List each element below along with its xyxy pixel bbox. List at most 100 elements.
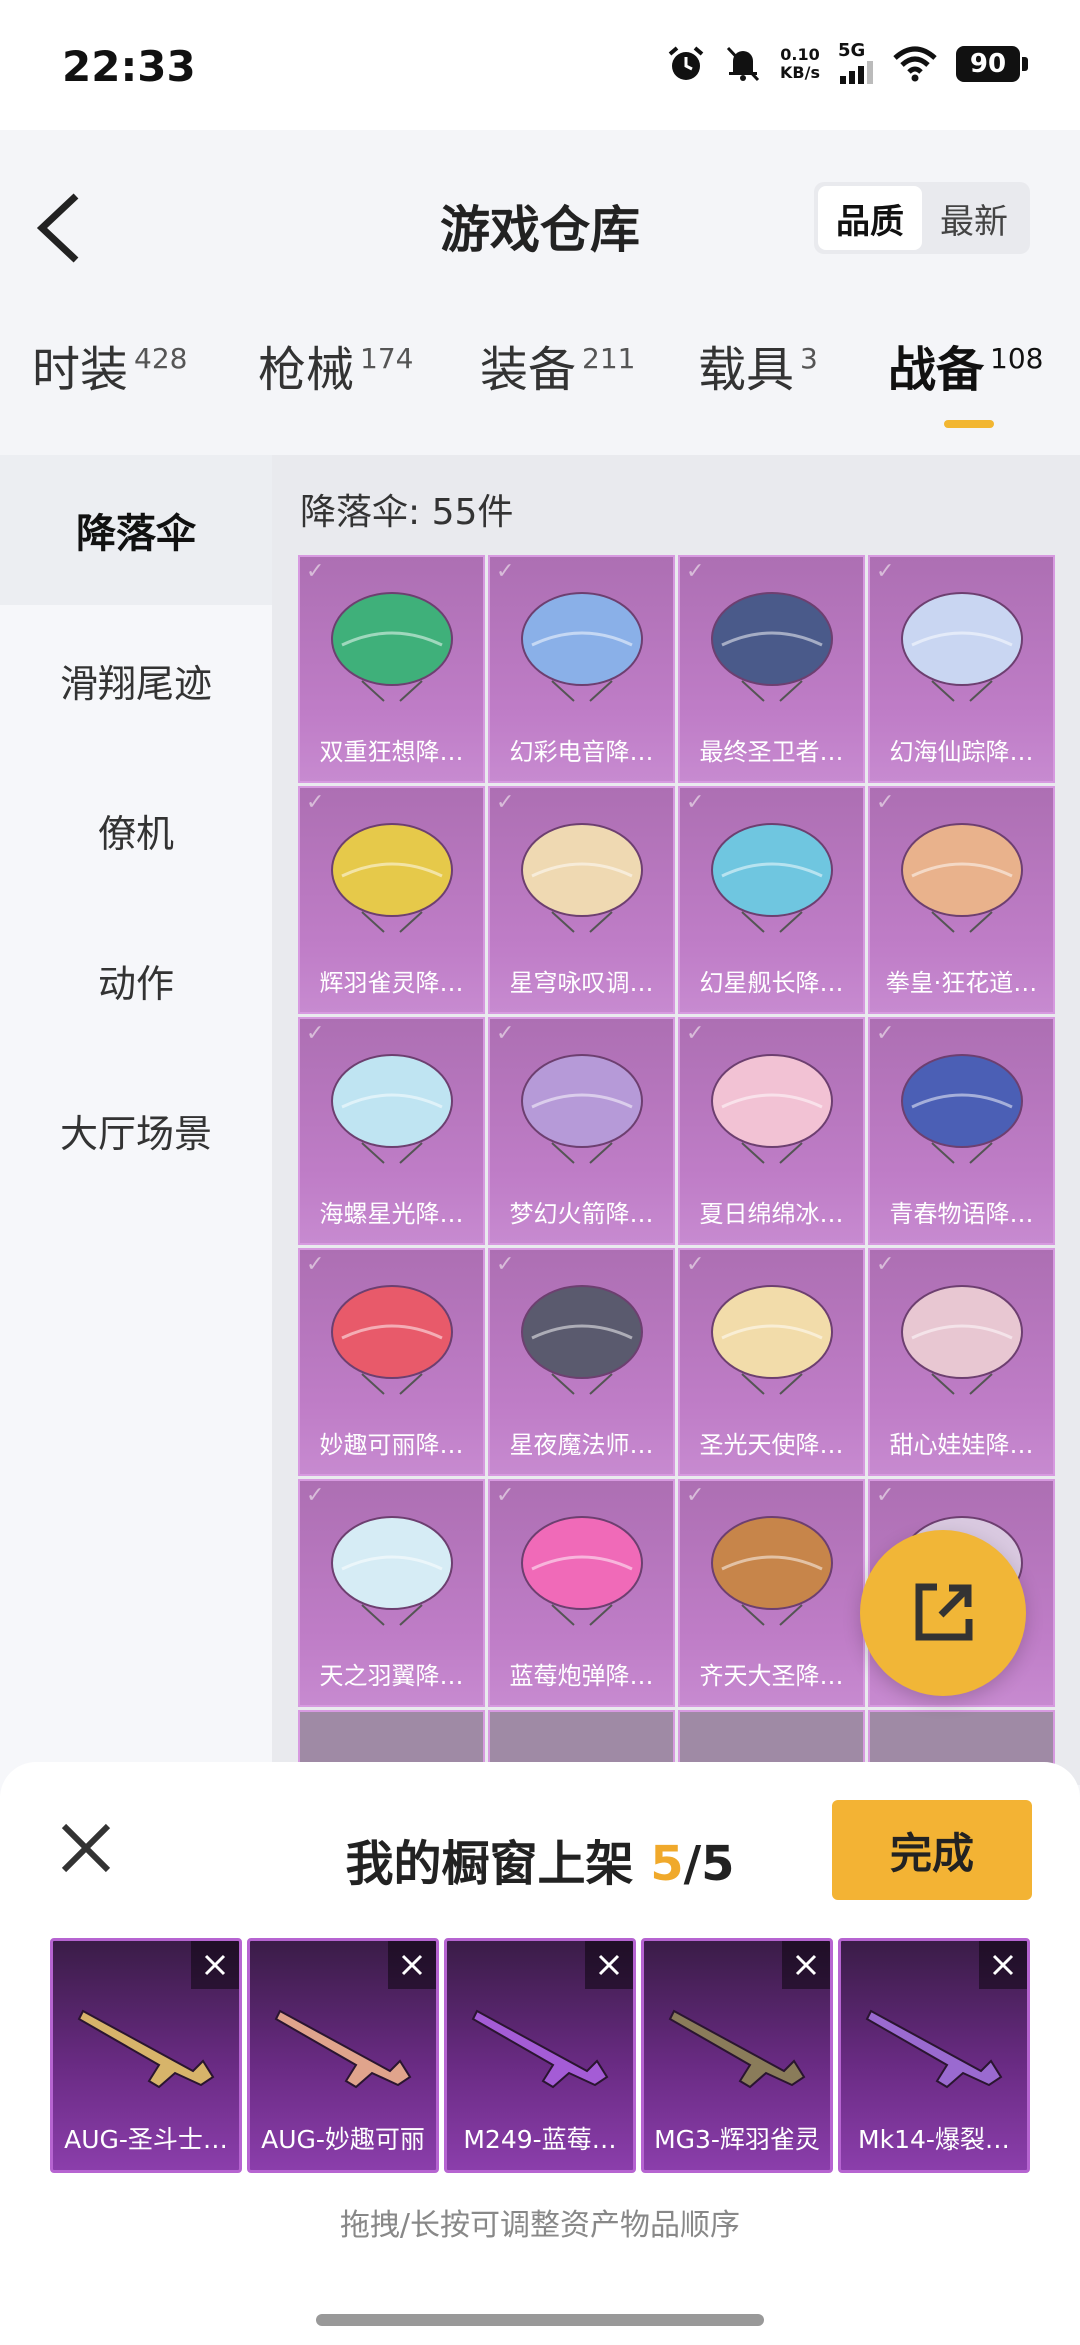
parachute-card[interactable]: ✓ 双重狂想降… — [298, 555, 485, 783]
sidebar-item-parachute[interactable]: 降落伞 — [0, 455, 272, 605]
battery-indicator: 90 — [956, 46, 1028, 82]
category-tabs: 时装 428 枪械 174 装备 211 载具 3 战备 108 — [0, 330, 1080, 440]
parachute-card[interactable]: ✓ 梦幻火箭降… — [488, 1017, 675, 1245]
parachute-card-partial[interactable] — [868, 1710, 1055, 1770]
sidebar-item-lobby-scene[interactable]: 大厅场景 — [0, 1055, 272, 1205]
parachute-image — [711, 1285, 833, 1395]
sort-newest-button[interactable]: 最新 — [922, 186, 1026, 250]
tab-combat-gear[interactable]: 战备 108 — [888, 330, 1043, 400]
showcase-slot[interactable]: Mk14-爆裂… — [838, 1938, 1030, 2173]
tab-fashion[interactable]: 时装 428 — [32, 330, 187, 400]
parachute-card[interactable]: ✓ 天之羽翼降… — [298, 1479, 485, 1707]
parachute-name: 海螺星光降… — [319, 1200, 464, 1228]
parachute-card[interactable]: ✓ 妙趣可丽降… — [298, 1248, 485, 1476]
header: 游戏仓库 品质 最新 时装 428 枪械 174 装备 211 载具 3 战备 108 — [0, 130, 1080, 450]
parachute-name: 天之羽翼降… — [319, 1662, 464, 1690]
share-icon — [915, 1583, 973, 1641]
weapon-name: MG3-辉羽雀灵 — [654, 2125, 820, 2154]
cell-signal: 5G — [838, 40, 874, 84]
network-speed: 0.10 KB/s — [780, 46, 820, 82]
parachute-image — [901, 1054, 1023, 1164]
parachute-image — [901, 1285, 1023, 1395]
weapon-name: M249-蓝莓… — [463, 2125, 617, 2154]
parachute-name: 辉羽雀灵降… — [319, 969, 464, 997]
item-count: 降落伞: 55件 — [300, 492, 514, 533]
weapon-image — [274, 2009, 412, 2089]
mute-icon — [726, 46, 760, 82]
status-bar: 22:33 0.10 KB/s 5G 90 — [0, 0, 1080, 130]
parachute-name: 妙趣可丽降… — [319, 1431, 464, 1459]
parachute-image — [711, 592, 833, 702]
parachute-image — [521, 1516, 643, 1626]
tab-count: 211 — [582, 342, 636, 375]
showcase-slot[interactable]: M249-蓝莓… — [444, 1938, 636, 2173]
parachute-card-partial[interactable] — [678, 1710, 865, 1770]
clock: 22:33 — [62, 42, 196, 91]
parachute-card[interactable]: ✓ 齐天大圣降… — [678, 1479, 865, 1707]
parachute-name: 幻海仙踪降… — [889, 738, 1034, 766]
parachute-card[interactable]: ✓ 星夜魔法师… — [488, 1248, 675, 1476]
parachute-image — [521, 592, 643, 702]
parachute-image — [521, 1285, 643, 1395]
reorder-hint: 拖拽/长按可调整资产物品顺序 — [339, 2208, 741, 2243]
sidebar-item-wingman[interactable]: 僚机 — [0, 755, 272, 905]
parachute-name: 星穹咏叹调… — [509, 969, 654, 997]
parachute-card[interactable]: ✓ 蓝莓炮弹降… — [488, 1479, 675, 1707]
parachute-name: 幻彩电音降… — [509, 738, 654, 766]
close-icon — [795, 1954, 817, 1976]
parachute-image — [711, 1516, 833, 1626]
status-icons: 0.10 KB/s 5G 90 — [666, 40, 1028, 84]
parachute-card[interactable]: ✓ 幻海仙踪降… — [868, 555, 1055, 783]
tab-label: 装备 — [480, 342, 577, 398]
sidebar-item-emote[interactable]: 动作 — [0, 905, 272, 1055]
parachute-card[interactable]: ✓ 夏日绵绵冰… — [678, 1017, 865, 1245]
parachute-card[interactable]: ✓ 海螺星光降… — [298, 1017, 485, 1245]
parachute-card[interactable]: ✓ 拳皇·狂花道… — [868, 786, 1055, 1014]
parachute-name: 齐天大圣降… — [699, 1662, 844, 1690]
tab-guns[interactable]: 枪械 174 — [258, 330, 413, 400]
sidebar-item-glide-trail[interactable]: 滑翔尾迹 — [0, 605, 272, 755]
parachute-image — [331, 592, 453, 702]
parachute-image — [331, 1285, 453, 1395]
parachute-card-partial[interactable] — [488, 1710, 675, 1770]
speed-value: 0.10 — [780, 45, 820, 64]
signal-icon — [840, 61, 873, 84]
parachute-card[interactable]: ✓ 甜心娃娃降… — [868, 1248, 1055, 1476]
parachute-name: 双重狂想降… — [319, 738, 464, 766]
parachute-image — [901, 592, 1023, 702]
parachute-name: 青春物语降… — [889, 1200, 1034, 1228]
parachute-image — [901, 823, 1023, 933]
parachute-image — [331, 1054, 453, 1164]
showcase-slots: AUG-圣斗士… AUG-妙趣可丽 M249-蓝莓… MG3-辉羽雀灵 Mk14-爆裂… — [50, 1938, 1030, 2173]
showcase-slot[interactable]: MG3-辉羽雀灵 — [641, 1938, 833, 2173]
parachute-image — [331, 1516, 453, 1626]
parachute-image — [521, 823, 643, 933]
wifi-icon — [893, 46, 937, 82]
parachute-card-partial[interactable] — [298, 1710, 485, 1770]
tab-equipment[interactable]: 装备 211 — [480, 330, 635, 400]
showcase-sheet: 我的橱窗上架 5/5 完成 AUG-圣斗士… AUG-妙趣可丽 M249-蓝莓… MG… — [0, 1762, 1080, 2345]
sort-quality-button[interactable]: 品质 — [818, 186, 922, 250]
parachute-card[interactable]: ✓ 圣光天使降… — [678, 1248, 865, 1476]
parachute-card[interactable]: ✓ 最终圣卫者… — [678, 555, 865, 783]
weapon-image — [471, 2009, 609, 2089]
tab-label: 枪械 — [258, 342, 355, 398]
parachute-name: 拳皇·狂花道… — [885, 969, 1038, 997]
done-button[interactable]: 完成 — [832, 1800, 1032, 1900]
tab-count: 174 — [360, 342, 414, 375]
parachute-card[interactable]: ✓ 幻彩电音降… — [488, 555, 675, 783]
parachute-card[interactable]: ✓ 星穹咏叹调… — [488, 786, 675, 1014]
parachute-name: 最终圣卫者… — [699, 738, 844, 766]
showcase-slot[interactable]: AUG-圣斗士… — [50, 1938, 242, 2173]
share-button[interactable] — [860, 1530, 1026, 1696]
close-icon — [598, 1954, 620, 1976]
parachute-card[interactable]: ✓ 青春物语降… — [868, 1017, 1055, 1245]
tab-count: 428 — [134, 342, 188, 375]
parachute-image — [331, 823, 453, 933]
home-indicator[interactable] — [316, 2314, 764, 2326]
parachute-card[interactable]: ✓ 辉羽雀灵降… — [298, 786, 485, 1014]
weapon-image — [668, 2009, 806, 2089]
parachute-card[interactable]: ✓ 幻星舰长降… — [678, 786, 865, 1014]
showcase-slot[interactable]: AUG-妙趣可丽 — [247, 1938, 439, 2173]
tab-vehicles[interactable]: 载具 3 — [698, 330, 818, 400]
